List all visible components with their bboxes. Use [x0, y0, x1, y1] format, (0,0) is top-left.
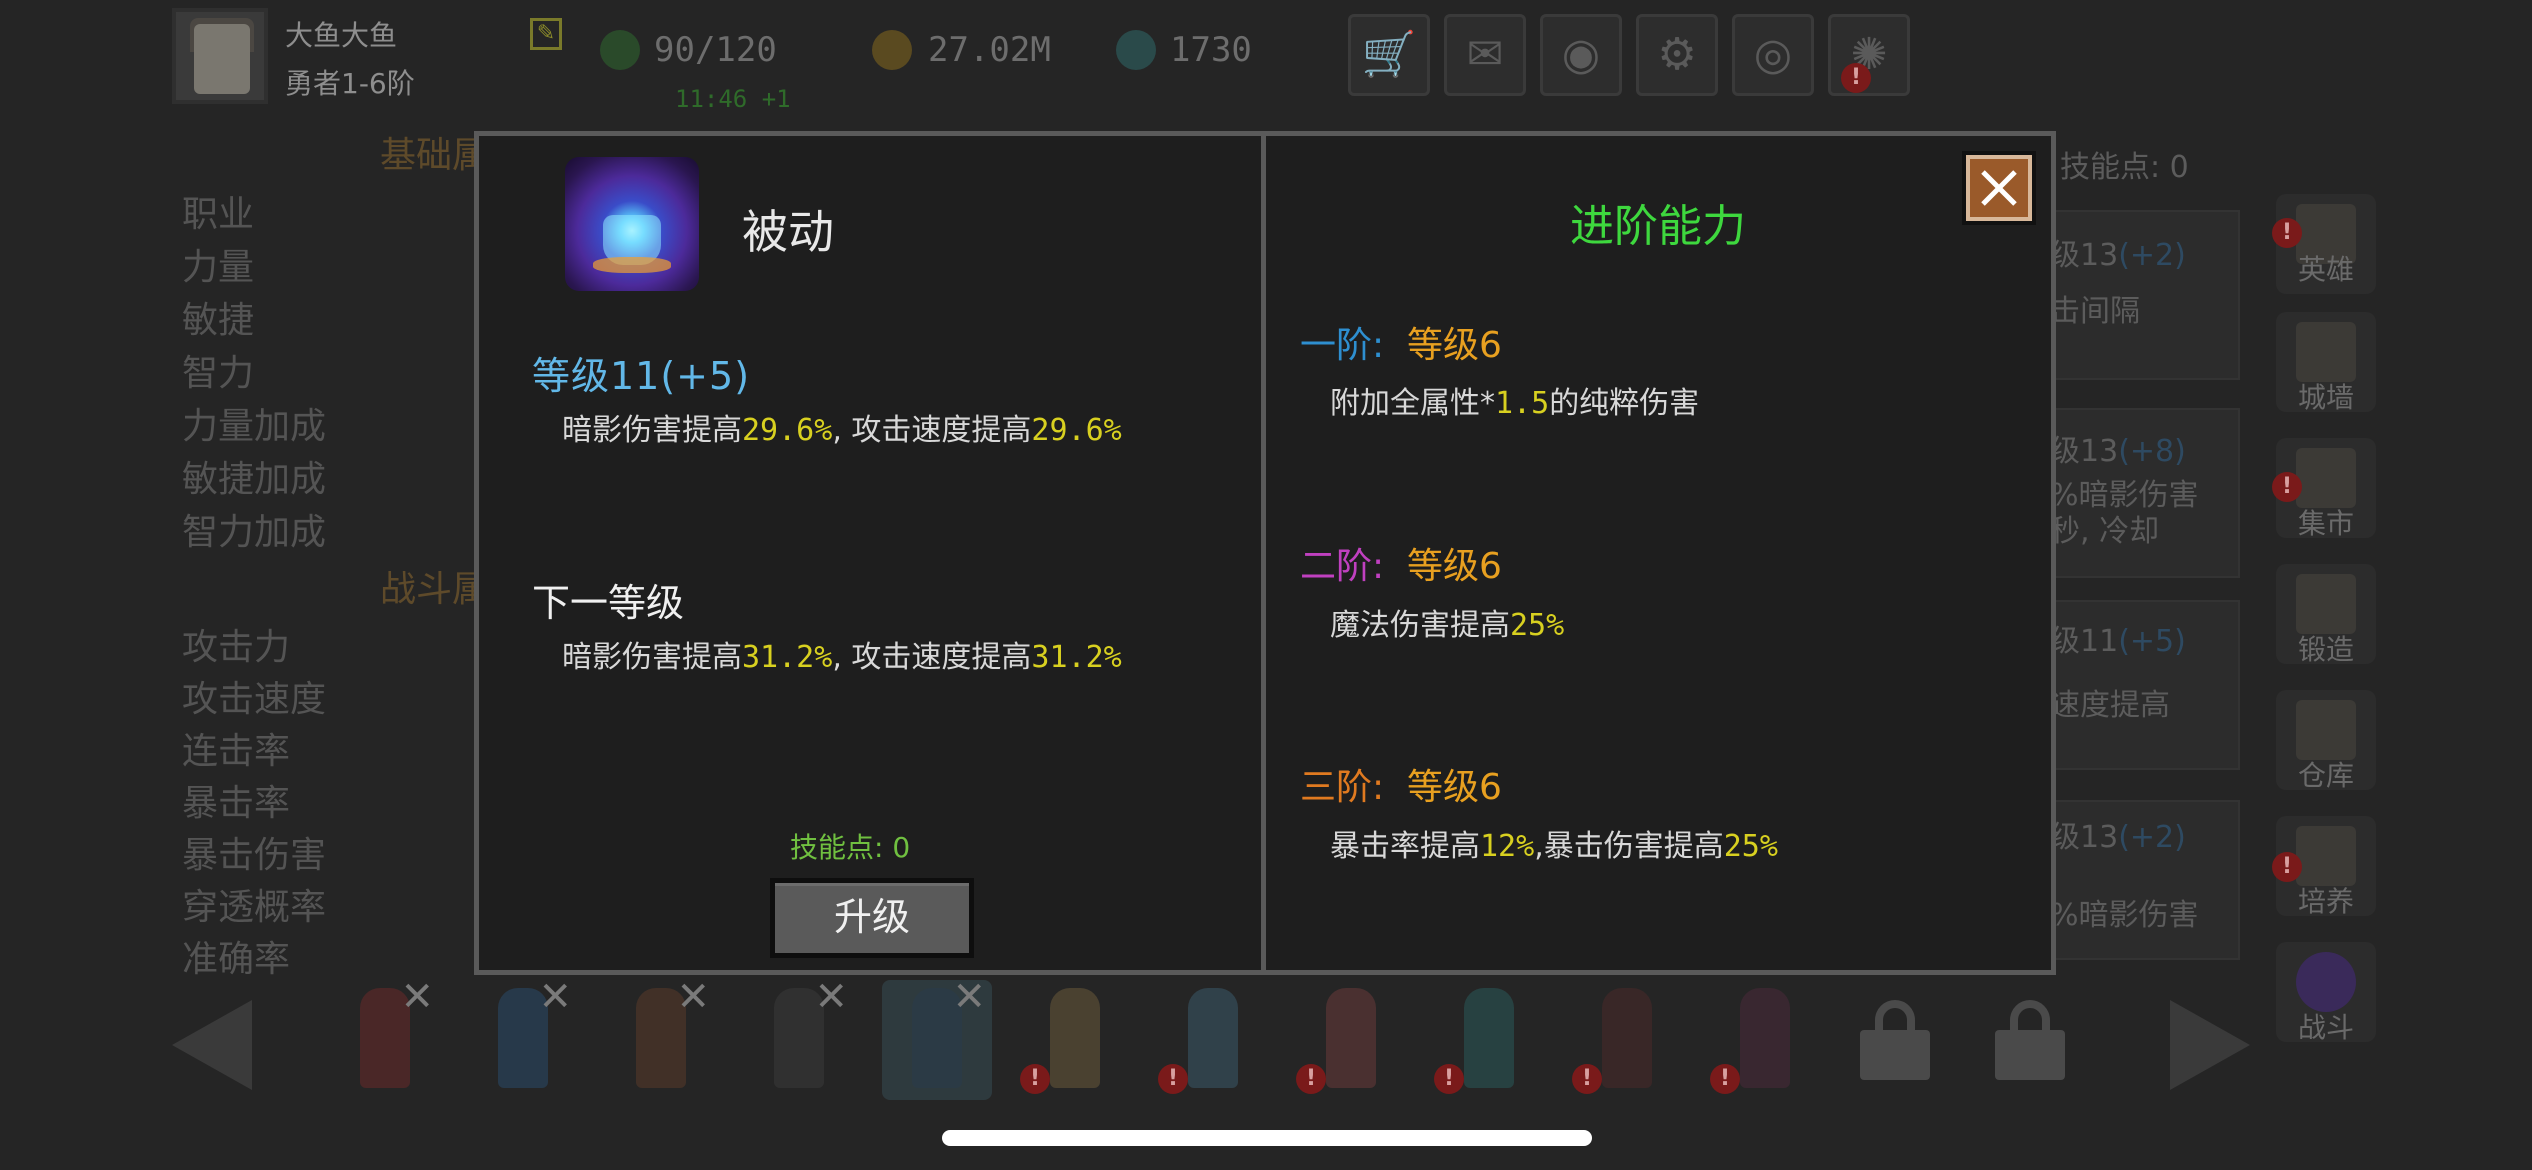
- battle-attributes-title: 战斗属: [380, 569, 489, 610]
- basic-attributes-title: 基础属: [380, 135, 489, 176]
- advanced-abilities-title: 进阶能力: [1570, 201, 1746, 252]
- energy-icon: [600, 30, 640, 70]
- hero-slot[interactable]: !: [1296, 980, 1406, 1100]
- hero-slot[interactable]: !: [1434, 980, 1544, 1100]
- stat-label: 力量: [182, 247, 255, 288]
- stat-label: 准确率: [182, 939, 291, 980]
- dialog-divider: [1261, 131, 1266, 975]
- settings-button[interactable]: ⚙: [1636, 14, 1718, 96]
- wheel-button[interactable]: ◎: [1732, 14, 1814, 96]
- hero-slot[interactable]: ✕: [468, 974, 578, 1100]
- current-level: 等级11(+5): [532, 354, 751, 398]
- player-avatar[interactable]: [172, 8, 268, 104]
- close-icon: ✕: [538, 974, 572, 1020]
- energy-value: 90/120: [654, 30, 777, 70]
- close-icon: ✕: [400, 974, 434, 1020]
- hero-menu-label: 英雄: [2297, 253, 2354, 286]
- lock-icon: [1995, 1000, 2065, 1080]
- player-name: 大鱼大鱼: [285, 19, 398, 52]
- tier-3-description: 暴击率提高12%,暴击伤害提高25%: [1330, 829, 1778, 864]
- stat-label: 攻击力: [182, 627, 291, 668]
- stat-label: 敏捷加成: [182, 459, 327, 500]
- tier-2-description: 魔法伤害提高25%: [1330, 608, 1565, 643]
- wall-menu-label: 城墙: [2297, 381, 2354, 414]
- stat-label: 攻击速度: [182, 679, 327, 720]
- upgrade-button[interactable]: 升级: [770, 878, 974, 958]
- gamepad-icon: ◉: [1561, 29, 1601, 80]
- battle-menu-label: 战斗: [2297, 1011, 2354, 1044]
- gem-value: 1730: [1170, 30, 1252, 70]
- stat-label: 敏捷: [182, 300, 255, 341]
- close-icon: ✕: [676, 974, 710, 1020]
- stat-label: 暴击率: [182, 783, 291, 824]
- hero-slot[interactable]: !: [1020, 980, 1130, 1100]
- lock-icon: [1860, 1000, 1930, 1080]
- home-indicator[interactable]: [942, 1130, 1592, 1146]
- skill-points-label: 技能点: 0: [790, 831, 911, 864]
- close-button[interactable]: [1962, 151, 2036, 225]
- hero-slot[interactable]: ✕: [744, 974, 854, 1100]
- hero-slot[interactable]: ✕: [606, 974, 716, 1100]
- player-rank: 勇者1-6阶: [285, 67, 415, 100]
- gear-icon: ⚙: [1657, 29, 1697, 80]
- prev-page-arrow-icon[interactable]: [172, 1000, 252, 1090]
- hero-slot[interactable]: !: [1158, 980, 1268, 1100]
- alert-badge-icon: !: [1841, 63, 1871, 93]
- shop-button[interactable]: 🛒: [1348, 14, 1430, 96]
- close-icon: ✕: [814, 974, 848, 1020]
- train-menu-label: 培养: [2297, 885, 2354, 918]
- cart-icon: 🛒: [1361, 29, 1417, 80]
- next-level-description: 暗影伤害提高31.2%, 攻击速度提高31.2%: [562, 640, 1122, 675]
- stat-label: 穿透概率: [182, 887, 327, 928]
- mail-button[interactable]: ✉: [1444, 14, 1526, 96]
- edit-icon[interactable]: ✎: [530, 18, 562, 50]
- market-menu-label: 集市: [2297, 507, 2354, 540]
- gold-coin-icon: [872, 30, 912, 70]
- current-level-description: 暗影伤害提高29.6%, 攻击速度提高29.6%: [562, 413, 1122, 448]
- tier-1-description: 附加全属性*1.5的纯粹伤害: [1330, 386, 1700, 421]
- event-button[interactable]: ✺ !: [1828, 14, 1910, 96]
- tier-1-header: 一阶: 等级6: [1300, 325, 1502, 366]
- hero-slot[interactable]: ✕: [330, 974, 440, 1100]
- tier-2-header: 二阶: 等级6: [1300, 546, 1502, 587]
- tier-3-header: 三阶: 等级6: [1300, 767, 1502, 808]
- next-level-title: 下一等级: [532, 581, 685, 625]
- stat-label: 智力加成: [182, 512, 327, 553]
- games-button[interactable]: ◉: [1540, 14, 1622, 96]
- close-icon: ✕: [952, 974, 986, 1020]
- color-wheel-icon: ◎: [1753, 29, 1793, 80]
- hero-slot-selected[interactable]: ✕: [882, 974, 992, 1100]
- skill-icon: [565, 157, 699, 291]
- stat-label: 力量加成: [182, 406, 327, 447]
- forge-menu-label: 锻造: [2297, 633, 2354, 666]
- stat-label: 职业: [182, 194, 255, 235]
- skill-name: 被动: [742, 205, 834, 259]
- next-page-arrow-icon[interactable]: [2170, 1000, 2250, 1090]
- mail-icon: ✉: [1466, 29, 1504, 80]
- close-icon: [1981, 170, 2017, 206]
- hero-slot[interactable]: !: [1710, 980, 1820, 1100]
- skill-points-partial: 技能点: 0: [2060, 150, 2189, 185]
- stat-label: 智力: [182, 353, 255, 394]
- hero-slot[interactable]: !: [1572, 980, 1682, 1100]
- gold-value: 27.02M: [928, 30, 1051, 70]
- energy-timer: 11:46 +1: [675, 85, 791, 113]
- stat-label: 暴击伤害: [182, 835, 327, 876]
- stat-label: 连击率: [182, 731, 291, 772]
- warehouse-menu-label: 仓库: [2297, 759, 2354, 792]
- gem-icon: [1116, 30, 1156, 70]
